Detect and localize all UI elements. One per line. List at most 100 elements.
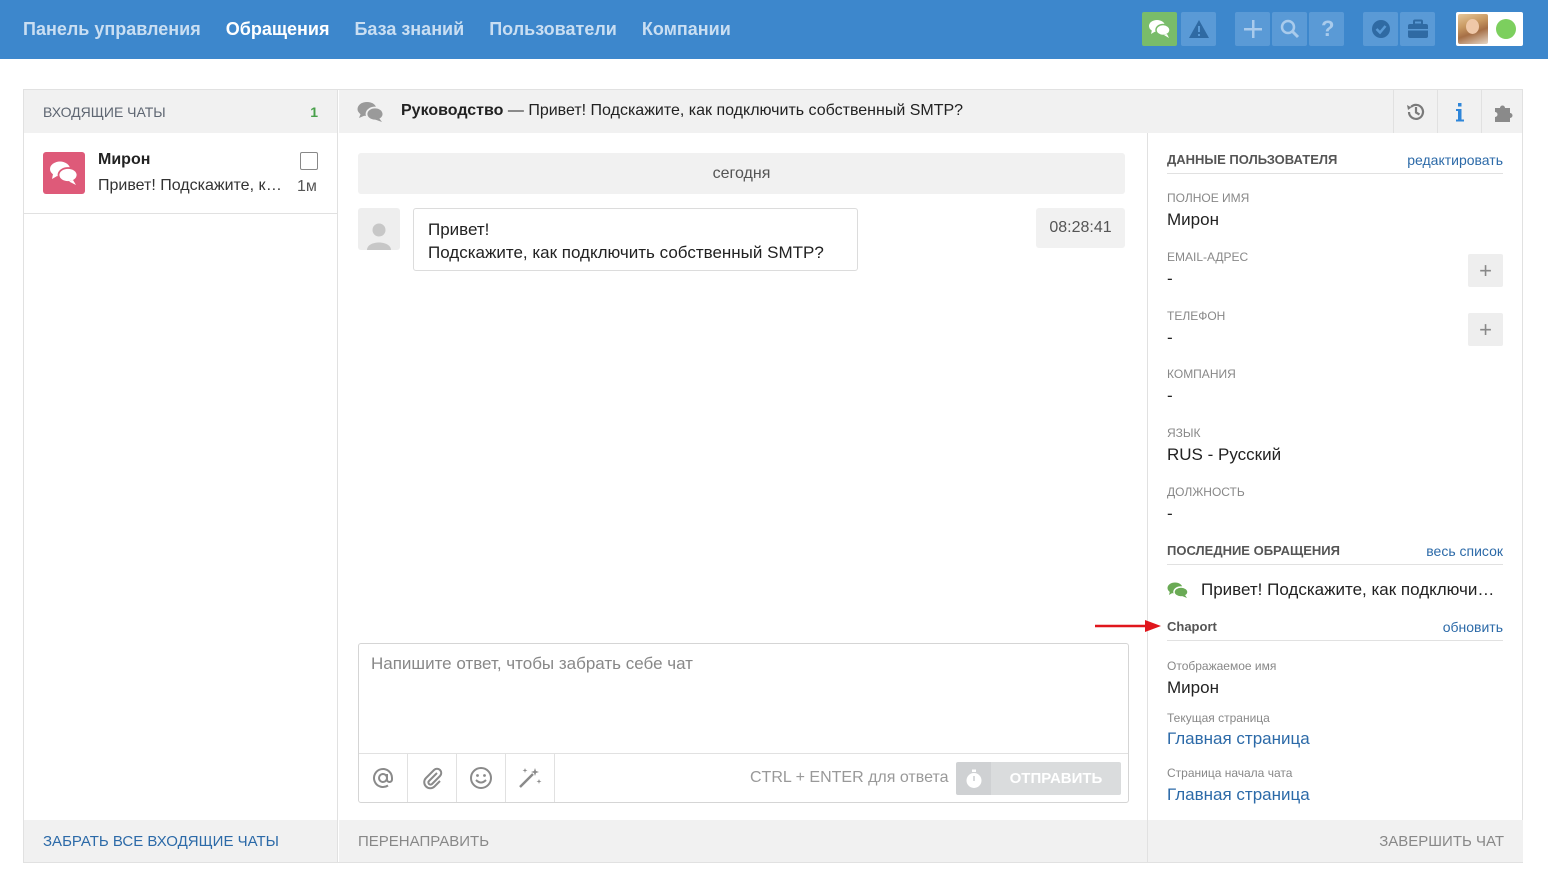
full-name-label: ПОЛНОЕ ИМЯ xyxy=(1167,191,1250,205)
user-info-panel: ДАННЫЕ ПОЛЬЗОВАТЕЛЯ редактировать ПОЛНОЕ… xyxy=(1147,133,1522,862)
message-thread: сегодня Привет! Подскажите, как подключи… xyxy=(339,133,1147,820)
refresh-link[interactable]: обновить xyxy=(1443,619,1503,635)
composer-toolbar: CTRL + ENTER для ответа ОТПРАВИТЬ xyxy=(359,753,1128,802)
phone-value: - xyxy=(1167,328,1173,347)
end-chat-button[interactable]: ЗАВЕРШИТЬ ЧАТ xyxy=(1147,820,1523,862)
user-data-section-header: ДАННЫЕ ПОЛЬЗОВАТЕЛЯ редактировать xyxy=(1167,152,1503,174)
message-time: 08:28:41 xyxy=(1036,208,1125,248)
recent-ticket-item[interactable]: Привет! Подскажите, как подключить собст… xyxy=(1167,580,1503,600)
warning-icon xyxy=(1188,20,1209,38)
send-shortcut-hint: CTRL + ENTER для ответа xyxy=(750,769,949,786)
current-page-link[interactable]: Главная страница xyxy=(1167,729,1310,749)
conversation-title: Руководство — Привет! Подскажите, как по… xyxy=(401,102,963,120)
delayed-send-button[interactable] xyxy=(956,762,991,795)
message-line-2: Подскажите, как подключить собственный S… xyxy=(428,243,824,262)
chat-contact-name: Мирон xyxy=(98,151,151,168)
position-value: - xyxy=(1167,504,1173,523)
stopwatch-icon xyxy=(966,769,981,788)
forward-button[interactable]: ПЕРЕНАПРАВИТЬ xyxy=(339,820,1148,862)
conversation-dash: — xyxy=(507,102,524,119)
nav-tickets[interactable]: Обращения xyxy=(226,19,330,40)
full-name-value: Мирон xyxy=(1167,210,1219,229)
chat-toggle-button[interactable] xyxy=(1142,12,1177,46)
current-page-label: Текущая страница xyxy=(1167,711,1270,725)
language-value: RUS - Русский xyxy=(1167,445,1282,464)
email-value: - xyxy=(1167,269,1173,288)
main-nav: Панель управления Обращения База знаний … xyxy=(23,0,756,59)
start-page-link[interactable]: Главная страница xyxy=(1167,785,1310,805)
recent-tickets-title: ПОСЛЕДНИЕ ОБРАЩЕНИЯ xyxy=(1167,543,1340,558)
magic-wand-icon xyxy=(519,768,542,788)
help-button[interactable]: ? xyxy=(1309,12,1344,46)
online-status-dot xyxy=(1496,19,1516,39)
at-sign-icon xyxy=(373,768,393,788)
verified-button[interactable] xyxy=(1363,12,1398,46)
send-button[interactable]: ОТПРАВИТЬ xyxy=(991,762,1121,795)
chat-channel-icon xyxy=(43,152,85,194)
alerts-button[interactable] xyxy=(1181,12,1216,46)
display-name-value: Мирон xyxy=(1167,678,1219,697)
chaport-title: Chaport xyxy=(1167,619,1217,634)
search-icon xyxy=(1280,19,1299,39)
puzzle-icon xyxy=(1494,105,1512,122)
recent-tickets-header: ПОСЛЕДНИЕ ОБРАЩЕНИЯ весь список xyxy=(1167,543,1503,565)
day-separator: сегодня xyxy=(358,153,1125,194)
incoming-chats-count: 1 xyxy=(310,103,318,120)
display-name-label: Отображаемое имя xyxy=(1167,659,1277,673)
nav-knowledge-base[interactable]: База знаний xyxy=(354,19,464,40)
plus-icon xyxy=(1243,20,1262,38)
briefcase-button[interactable] xyxy=(1400,12,1435,46)
email-label: EMAIL-АДРЕС xyxy=(1167,250,1249,264)
edit-user-link[interactable]: редактировать xyxy=(1407,152,1503,168)
conversation-subject: Привет! Подскажите, как подключить собст… xyxy=(528,102,964,119)
phone-label: ТЕЛЕФОН xyxy=(1167,309,1226,323)
add-phone-button[interactable]: + xyxy=(1468,313,1503,346)
workspace: ВХОДЯЩИЕ ЧАТЫ 1 Мирон Привет! Подскажите… xyxy=(23,89,1523,863)
view-all-link[interactable]: весь список xyxy=(1426,543,1503,559)
chat-green-icon xyxy=(1167,582,1189,598)
chat-message-preview: Привет! Подскажите, как подключить собст… xyxy=(98,177,288,194)
search-button[interactable] xyxy=(1272,12,1307,46)
info-icon xyxy=(1455,102,1464,121)
position-label: ДОЛЖНОСТЬ xyxy=(1167,485,1245,499)
create-button[interactable] xyxy=(1235,12,1270,46)
integrations-button[interactable] xyxy=(1481,90,1525,133)
history-button[interactable] xyxy=(1393,90,1437,133)
annotation-arrow xyxy=(1095,620,1161,632)
start-page-label: Страница начала чата xyxy=(1167,766,1293,780)
top-navbar: Панель управления Обращения База знаний … xyxy=(0,0,1548,59)
history-icon xyxy=(1406,103,1424,120)
briefcase-icon xyxy=(1407,19,1428,38)
chat-select-checkbox[interactable] xyxy=(300,152,318,170)
attach-button[interactable] xyxy=(408,754,457,802)
avatar xyxy=(1458,14,1488,44)
help-icon: ? xyxy=(1321,18,1334,40)
incoming-chats-panel: ВХОДЯЩИЕ ЧАТЫ 1 Мирон Привет! Подскажите… xyxy=(24,90,338,862)
conversation-header: Руководство — Привет! Подскажите, как по… xyxy=(339,90,1522,133)
shield-check-icon xyxy=(1371,20,1390,38)
visitor-avatar xyxy=(358,208,400,250)
add-email-button[interactable]: + xyxy=(1468,254,1503,287)
user-silhouette-icon xyxy=(367,223,391,250)
mention-button[interactable] xyxy=(359,754,408,802)
chaport-section-header: Chaport обновить xyxy=(1167,619,1503,641)
magic-button[interactable] xyxy=(506,754,555,802)
chat-time: 1м xyxy=(297,178,317,195)
chat-icon xyxy=(1148,20,1171,38)
conversation-chat-icon xyxy=(357,102,385,122)
company-value: - xyxy=(1167,386,1173,405)
nav-companies[interactable]: Компании xyxy=(642,19,731,40)
incoming-chats-header: ВХОДЯЩИЕ ЧАТЫ 1 xyxy=(24,90,337,133)
chat-list-item[interactable]: Мирон Привет! Подскажите, как подключить… xyxy=(24,133,337,214)
conversation-source: Руководство xyxy=(401,102,504,119)
user-menu[interactable] xyxy=(1456,12,1523,46)
message-line-1: Привет! xyxy=(428,220,490,239)
emoji-button[interactable] xyxy=(457,754,506,802)
reply-input[interactable]: Напишите ответ, чтобы забрать себе чат xyxy=(371,654,693,674)
user-data-title: ДАННЫЕ ПОЛЬЗОВАТЕЛЯ xyxy=(1167,152,1338,167)
nav-users[interactable]: Пользователи xyxy=(489,19,617,40)
info-button[interactable] xyxy=(1437,90,1481,133)
nav-dashboard[interactable]: Панель управления xyxy=(23,19,201,40)
paperclip-icon xyxy=(423,767,443,790)
take-all-chats-button[interactable]: ЗАБРАТЬ ВСЕ ВХОДЯЩИЕ ЧАТЫ xyxy=(24,820,337,862)
